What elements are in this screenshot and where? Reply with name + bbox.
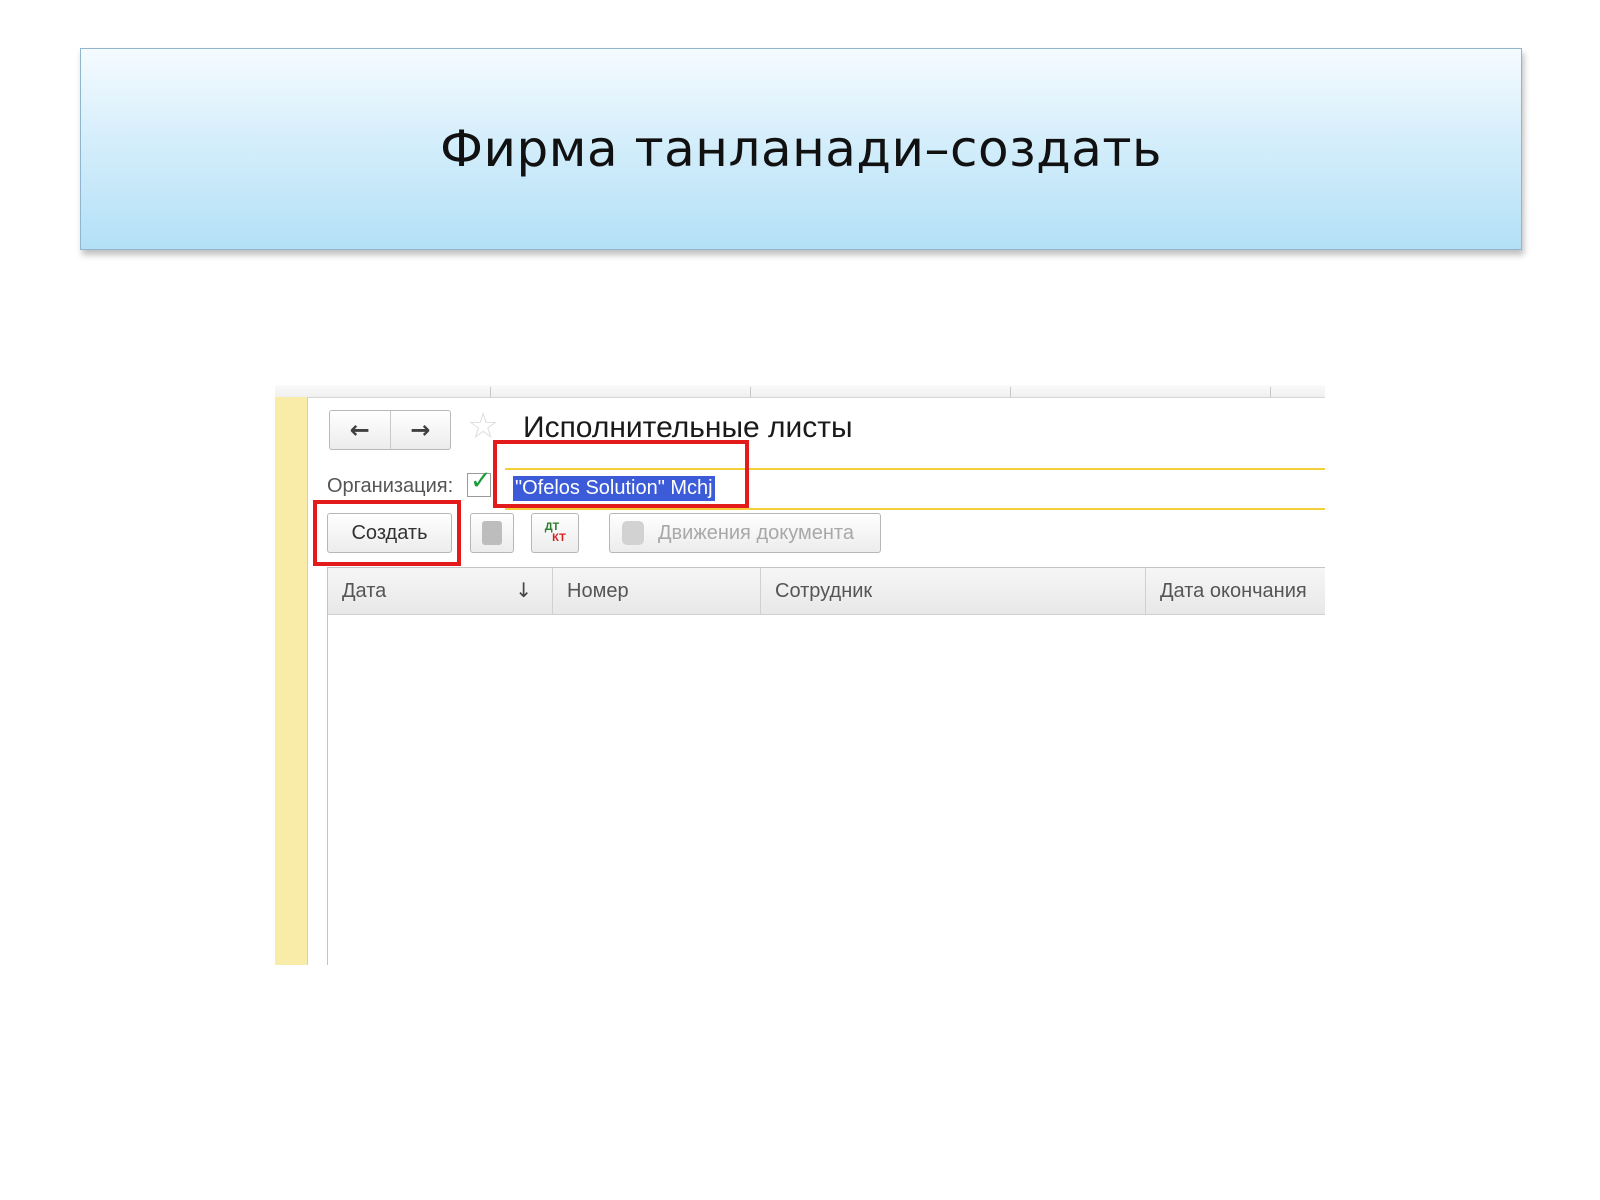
highlight-box-create xyxy=(313,500,461,566)
column-header-end-date[interactable]: Дата окончания xyxy=(1146,568,1325,614)
top-tab-strip xyxy=(275,385,1325,398)
forward-button[interactable]: → xyxy=(389,411,451,449)
navigation-buttons: ← → xyxy=(329,410,451,450)
post-button[interactable] xyxy=(470,513,514,553)
column-header-employee[interactable]: Сотрудник xyxy=(761,568,1146,614)
slide-title: Фирма танланади–создать xyxy=(440,120,1162,178)
column-header-date[interactable]: Дата ↓ xyxy=(328,568,553,614)
movements-icon xyxy=(622,521,644,545)
column-header-employee-label: Сотрудник xyxy=(775,579,873,602)
column-header-number[interactable]: Номер xyxy=(553,568,761,614)
tab-separator xyxy=(490,387,491,397)
tab-separator xyxy=(1270,387,1271,397)
organization-label: Организация: xyxy=(327,475,454,497)
column-header-number-label: Номер xyxy=(567,579,629,602)
tab-separator xyxy=(750,387,751,397)
sort-down-icon[interactable]: ↓ xyxy=(515,578,532,602)
checkmark-icon: ✓ xyxy=(470,466,492,496)
organization-checkbox[interactable]: ✓ xyxy=(467,466,492,497)
document-movements-label: Движения документа xyxy=(658,521,854,544)
tab-separator xyxy=(1010,387,1011,397)
title-banner: Фирма танланади–создать xyxy=(80,48,1522,250)
arrow-left-icon: ← xyxy=(349,416,370,444)
slide: Фирма танланади–создать ← → ☆ Исполнител… xyxy=(0,0,1600,1200)
column-header-end-date-label: Дата окончания xyxy=(1160,579,1307,602)
table-header: Дата ↓ Номер Сотрудник Дата окончания xyxy=(328,568,1325,615)
side-panel-bar xyxy=(275,397,308,965)
documents-table[interactable]: Дата ↓ Номер Сотрудник Дата окончания xyxy=(327,567,1325,965)
document-movements-button[interactable]: Движения документа xyxy=(609,513,881,553)
dtkt-button[interactable]: ДТ КТ xyxy=(531,513,579,553)
highlight-box-organization xyxy=(493,440,749,508)
arrow-right-icon: → xyxy=(410,416,431,444)
column-header-date-label: Дата xyxy=(342,579,387,602)
kt-icon-label: КТ xyxy=(552,532,566,544)
back-button[interactable]: ← xyxy=(330,411,390,449)
post-document-icon xyxy=(482,521,502,545)
app-screenshot: ← → ☆ Исполнительные листы Организация: … xyxy=(275,385,1325,965)
